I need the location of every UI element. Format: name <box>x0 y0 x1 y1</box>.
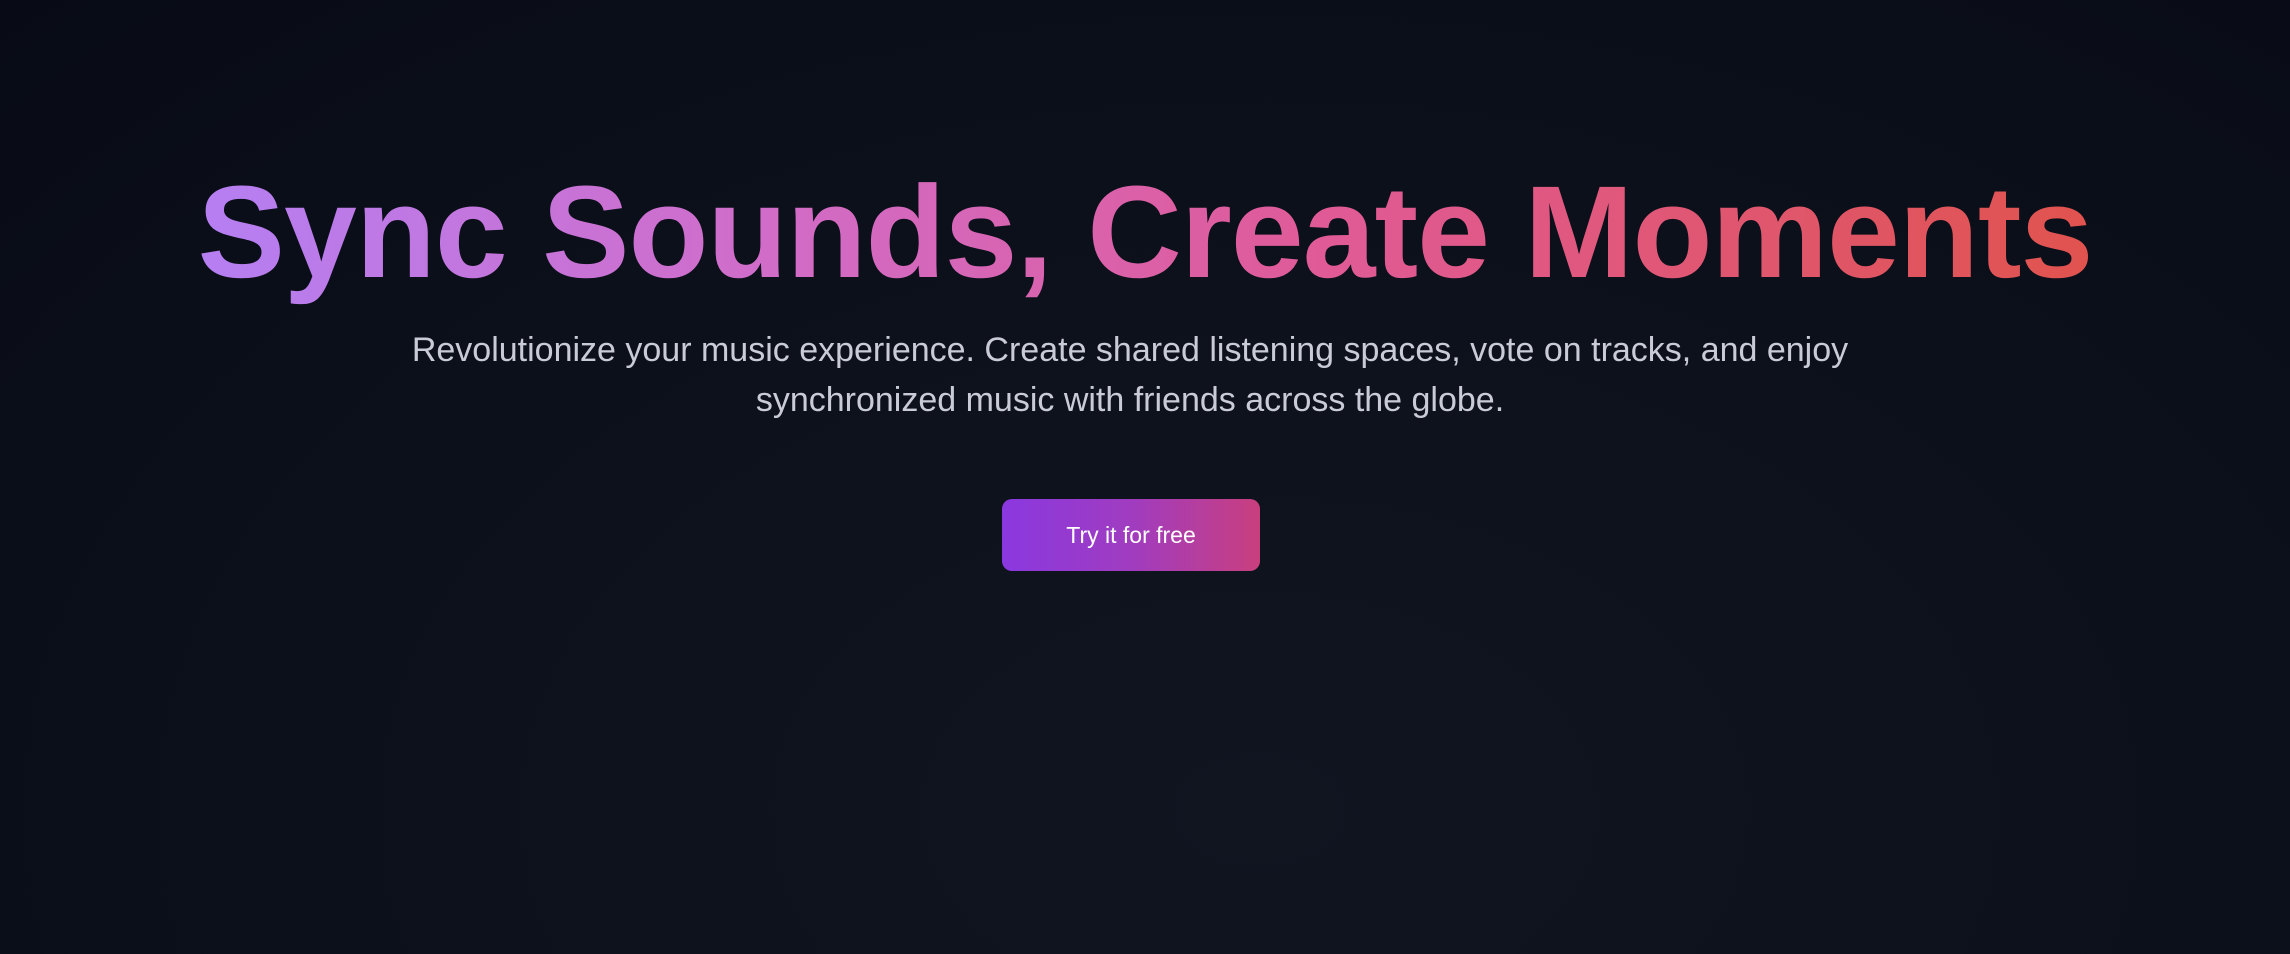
hero-title: Sync Sounds, Create Moments <box>0 152 2290 312</box>
hero-title-text: Sync Sounds, Create Moments <box>197 158 2094 305</box>
try-for-free-button[interactable]: Try it for free <box>1002 499 1260 571</box>
hero-subtitle: Revolutionize your music experience. Cre… <box>411 331 1849 419</box>
hero-section: Sync Sounds, Create Moments Revolutioniz… <box>0 0 2290 954</box>
